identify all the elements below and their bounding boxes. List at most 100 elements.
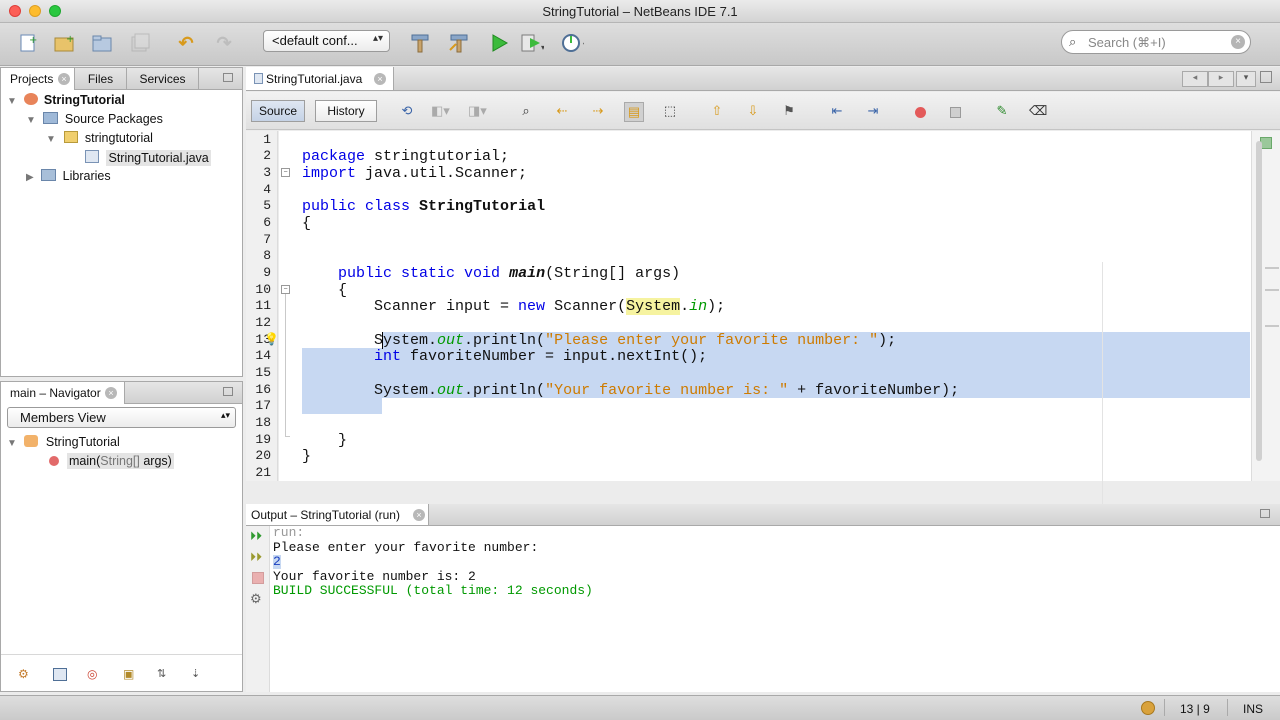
build-hammer-icon[interactable] [408, 31, 432, 55]
line-number: 3 [263, 165, 271, 180]
output-tabbar: Output – StringTutorial (run) × [246, 504, 1280, 526]
project-icon [24, 93, 39, 105]
expand-triangle-icon[interactable]: ▼ [46, 134, 56, 145]
history-view-button[interactable]: History [315, 100, 377, 122]
close-tab-icon[interactable]: × [58, 73, 70, 85]
close-tab-icon[interactable]: × [413, 509, 425, 521]
expand-triangle-icon[interactable]: ▼ [7, 96, 17, 107]
open-project-icon[interactable] [90, 31, 114, 55]
error-stripe-mark[interactable] [1265, 325, 1279, 327]
shift-left-icon[interactable]: ⇤ [828, 102, 846, 120]
line-number: 20 [255, 448, 271, 463]
new-project-icon[interactable]: + [52, 31, 76, 55]
tab-projects[interactable]: Projects × [1, 68, 75, 90]
expand-triangle-icon[interactable]: ▼ [7, 438, 17, 449]
navigator-class-item[interactable]: ▼ StringTutorial [7, 435, 120, 454]
tab-files[interactable]: Files [75, 68, 127, 90]
build-status-line: BUILD SUCCESSFUL (total time: 12 seconds… [273, 583, 593, 598]
show-fields-icon[interactable] [53, 668, 67, 681]
code-editor[interactable]: − − 💡 package stringtutorial; import jav… [264, 131, 1251, 612]
toggle-rectangular-selection-icon[interactable]: ⬚ [661, 102, 679, 120]
navigator-tabstrip: main – Navigator × [1, 382, 242, 404]
stop-macro-recording-icon[interactable] [950, 107, 961, 118]
minimize-output-icon[interactable] [1260, 509, 1270, 518]
members-view-select[interactable]: Members View ▴▾ [7, 407, 236, 428]
line-number: 5 [263, 198, 271, 213]
debug-icon[interactable]: ▾ [520, 31, 544, 55]
tree-item-package[interactable]: ▼ stringtutorial [46, 131, 153, 150]
forward-icon[interactable]: ◨▾ [468, 102, 487, 120]
main-toolbar: + + ↶ ↷ <default conf... ▴▾ ▾ ▾ ⌕ Search… [0, 23, 1280, 66]
line-number: 2 [263, 148, 271, 163]
start-macro-recording-icon[interactable] [915, 107, 926, 118]
show-opened-documents-icon[interactable]: ▾ [1236, 71, 1256, 87]
collapse-triangle-icon[interactable]: ▶ [26, 172, 34, 183]
editor-vertical-scrollbar[interactable] [1251, 131, 1280, 481]
redo-icon[interactable]: ↷ [212, 31, 236, 55]
show-inherited-icon[interactable]: ⚙ [18, 667, 32, 681]
comment-icon[interactable]: ✎ [993, 102, 1011, 120]
line-number: 14 [255, 348, 271, 363]
clean-build-icon[interactable] [447, 31, 471, 55]
hint-lightbulb-icon[interactable]: 💡 [264, 332, 279, 346]
tree-item-libraries[interactable]: ▶ Libraries [26, 169, 111, 188]
toggle-highlight-search-icon[interactable]: ▤ [624, 102, 644, 122]
clear-search-icon[interactable]: × [1231, 35, 1245, 49]
rerun-icon[interactable]: ⏵⏵ [250, 529, 262, 544]
output-console[interactable]: run: Please enter your favorite number: … [270, 526, 1280, 692]
undo-icon[interactable]: ↶ [174, 31, 198, 55]
editor-tabbar: StringTutorial.java × ◂ ▸ ▾ [246, 67, 1280, 91]
find-next-icon[interactable]: ⇢ [589, 102, 607, 120]
tree-item-project[interactable]: ▼ StringTutorial [7, 93, 125, 112]
find-icon[interactable]: ⌕ [517, 102, 535, 120]
shift-right-icon[interactable]: ⇥ [864, 102, 882, 120]
find-previous-icon[interactable]: ⇠ [553, 102, 571, 120]
profile-icon[interactable]: ▾ [560, 31, 584, 55]
stop-icon[interactable] [252, 572, 264, 584]
expand-triangle-icon[interactable]: ▼ [26, 115, 36, 126]
tree-item-java-file[interactable]: StringTutorial.java [85, 150, 211, 169]
tab-stringtutorial-java[interactable]: StringTutorial.java × [246, 67, 394, 90]
error-stripe-mark[interactable] [1265, 289, 1279, 291]
tab-output[interactable]: Output – StringTutorial (run) × [246, 504, 429, 525]
tree-item-source-packages[interactable]: ▼ Source Packages [26, 112, 163, 131]
maximize-editor-icon[interactable] [1260, 71, 1272, 83]
scroll-tabs-right-icon[interactable]: ▸ [1208, 71, 1234, 87]
back-icon[interactable]: ◧▾ [431, 102, 450, 120]
close-tab-icon[interactable]: × [374, 73, 386, 85]
toggle-bookmark-icon[interactable]: ⚑ [780, 102, 798, 120]
save-all-icon[interactable] [128, 31, 152, 55]
previous-bookmark-icon[interactable]: ⇧ [708, 102, 726, 120]
close-tab-icon[interactable]: × [105, 387, 117, 399]
fold-marker-icon[interactable]: − [281, 168, 290, 177]
show-static-icon[interactable]: ◎ [87, 667, 101, 681]
uncomment-icon[interactable]: ⌫ [1029, 102, 1047, 120]
scrollbar-thumb[interactable] [1256, 141, 1262, 461]
sort-by-source-icon[interactable]: ⇣ [191, 667, 207, 681]
configuration-select[interactable]: <default conf... ▴▾ [263, 30, 390, 52]
rerun-with-params-icon[interactable]: ⏵⏵ [250, 550, 262, 565]
status-bar: 13 | 9 INS [0, 695, 1280, 720]
library-icon [41, 169, 57, 181]
last-edit-icon[interactable]: ⟲ [398, 102, 416, 120]
next-bookmark-icon[interactable]: ⇩ [744, 102, 762, 120]
minimize-panel-icon[interactable] [223, 73, 233, 82]
line-number: 6 [263, 215, 271, 230]
output-settings-icon[interactable]: ⚙ [250, 591, 262, 607]
new-file-icon[interactable]: + [16, 31, 40, 55]
sort-by-name-icon[interactable]: ⇅ [157, 667, 173, 681]
search-field[interactable]: ⌕ Search (⌘+I) × [1061, 30, 1251, 54]
navigator-method-item[interactable]: main(String[] args) [49, 453, 174, 473]
fold-marker-icon[interactable]: − [281, 285, 290, 294]
run-icon[interactable] [487, 31, 511, 55]
line-number: 8 [263, 248, 271, 263]
source-folder-icon [43, 112, 59, 124]
scroll-tabs-left-icon[interactable]: ◂ [1182, 71, 1208, 87]
tab-navigator[interactable]: main – Navigator × [1, 382, 125, 404]
source-view-button[interactable]: Source [251, 100, 305, 122]
show-non-public-icon[interactable]: ▣ [123, 667, 137, 681]
minimize-panel-icon[interactable] [223, 387, 233, 396]
notifications-icon[interactable] [1141, 701, 1155, 715]
tab-services[interactable]: Services [127, 68, 199, 90]
error-stripe-mark[interactable] [1265, 267, 1279, 269]
